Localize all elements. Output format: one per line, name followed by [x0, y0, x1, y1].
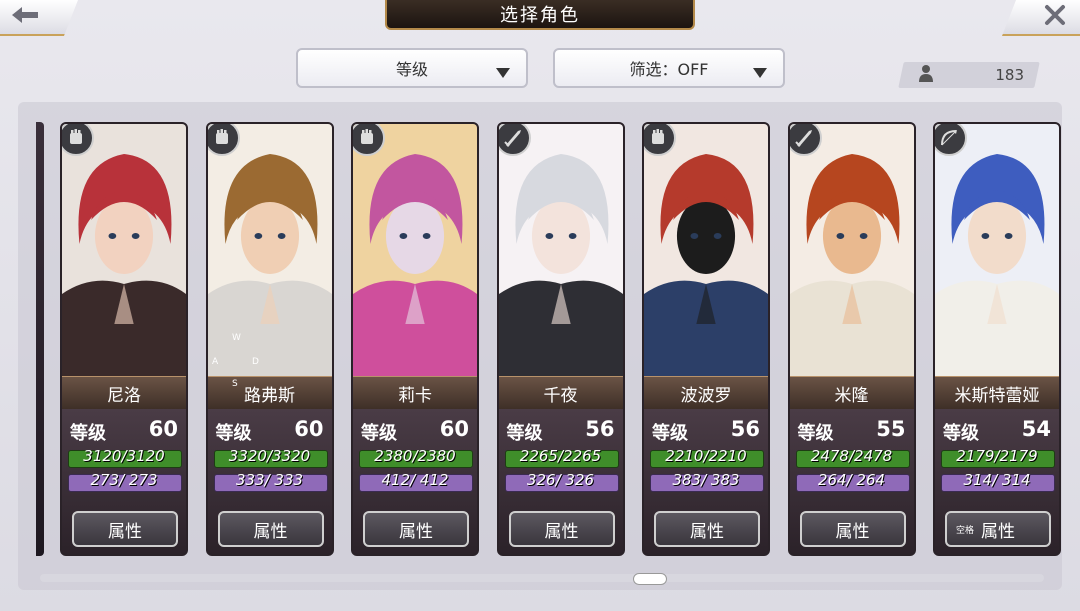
scrollbar-thumb[interactable] — [633, 573, 667, 585]
character-name: 莉卡 — [353, 376, 477, 410]
character-card[interactable]: 莉卡 等级 60 2380/2380 412/ 412 属性 — [351, 122, 479, 556]
character-card[interactable]: 米隆 等级 55 2478/2478 264/ 264 属性 — [787, 122, 916, 556]
level-value: 60 — [294, 417, 324, 441]
hp-value: 2210/2210 — [665, 447, 747, 465]
page-title: 选择角色 — [385, 0, 695, 30]
chevron-down-icon — [496, 63, 510, 82]
roster-count: 183 — [912, 62, 1030, 88]
level-value: 55 — [876, 417, 906, 441]
character-card[interactable]: 路弗斯 等级 60 3320/3320 333/ 333 属性 — [205, 122, 334, 556]
character-portrait — [353, 124, 477, 376]
mp-value: 326/ 326 — [526, 471, 595, 489]
character-name: 米斯特蕾娅 — [935, 376, 1059, 410]
character-stats: 等级 60 2380/2380 412/ 412 属性 — [353, 409, 477, 554]
sword-icon — [498, 124, 531, 156]
close-button[interactable] — [1002, 0, 1080, 36]
level-label: 等级 — [652, 423, 688, 444]
hp-value: 2478/2478 — [810, 447, 893, 465]
level-label: 等级 — [506, 423, 543, 444]
character-stats: 等级 56 2210/2210 383/ 383 属性 — [644, 409, 768, 554]
roster-count-value: 183 — [995, 66, 1024, 84]
character-name: 波波罗 — [644, 376, 768, 410]
level-label: 等级 — [215, 423, 252, 444]
wasd-a: A — [212, 357, 219, 367]
character-portrait — [62, 124, 186, 376]
hp-value: 2265/2265 — [519, 447, 602, 465]
character-name: 路弗斯 — [207, 376, 332, 410]
level-value: 60 — [439, 417, 469, 441]
space-key-hint: 空格 — [956, 526, 975, 536]
sword-icon — [789, 124, 822, 156]
character-card[interactable]: 千夜 等级 56 2265/2265 326/ 326 属性 — [496, 122, 625, 556]
top-bar: 选择角色 — [0, 0, 1080, 38]
character-stats: 等级 55 2478/2478 264/ 264 属性 — [789, 409, 914, 554]
hp-value: 2380/2380 — [374, 447, 456, 465]
chevron-down-icon — [753, 63, 767, 82]
character-card-partial[interactable] — [36, 122, 44, 556]
sort-dropdown[interactable]: 等级 — [296, 48, 528, 88]
hp-value: 3320/3320 — [228, 447, 311, 465]
back-button[interactable] — [0, 0, 78, 36]
attributes-button[interactable]: 属性 — [217, 511, 324, 547]
hp-value: 3120/3120 — [83, 447, 165, 465]
character-name: 尼洛 — [62, 376, 186, 410]
mp-value: 264/ 264 — [817, 471, 886, 489]
filter-dropdown-label: 筛选：OFF — [629, 60, 709, 79]
character-stats: 等级 54 2179/2179 314/ 314 属性 — [935, 409, 1059, 554]
scrollbar-track[interactable] — [40, 574, 1044, 582]
character-portrait — [935, 124, 1059, 376]
filter-dropdown[interactable]: 筛选：OFF — [553, 48, 785, 88]
character-portrait — [207, 124, 332, 376]
character-name: 千夜 — [498, 376, 623, 410]
user-icon — [918, 64, 934, 86]
level-label: 等级 — [797, 423, 834, 444]
wasd-d: D — [252, 357, 259, 367]
back-arrow-icon — [10, 5, 40, 29]
character-portrait — [789, 124, 914, 376]
mp-value: 273/ 273 — [90, 471, 158, 489]
level-value: 54 — [1021, 417, 1051, 441]
character-stats: 等级 60 3120/3120 273/ 273 属性 — [62, 409, 186, 554]
attributes-button[interactable]: 属性 — [72, 511, 178, 547]
mp-value: 383/ 383 — [672, 471, 740, 489]
level-value: 56 — [730, 417, 760, 441]
character-portrait — [644, 124, 768, 376]
level-label: 等级 — [70, 423, 106, 444]
wasd-w: W — [232, 333, 241, 343]
attributes-button[interactable]: 属性 — [363, 511, 469, 547]
character-card[interactable]: 波波罗 等级 56 2210/2210 383/ 383 属性 — [642, 122, 770, 556]
attributes-button[interactable]: 属性 — [508, 511, 615, 547]
character-card[interactable]: 尼洛 等级 60 3120/3120 273/ 273 属性 — [60, 122, 188, 556]
wasd-s: S — [232, 379, 238, 389]
character-stats: 等级 56 2265/2265 326/ 326 属性 — [498, 409, 623, 554]
attributes-button[interactable]: 属性 — [654, 511, 760, 547]
mp-value: 314/ 314 — [963, 471, 1031, 489]
level-value: 56 — [585, 417, 615, 441]
character-stats: 等级 60 3320/3320 333/ 333 属性 — [207, 409, 332, 554]
gauntlet-icon — [207, 124, 240, 156]
mp-value: 412/ 412 — [381, 471, 449, 489]
attributes-button[interactable]: 属性 — [799, 511, 906, 547]
hp-value: 2179/2179 — [956, 447, 1038, 465]
character-card[interactable]: 米斯特蕾娅 等级 54 2179/2179 314/ 314 属性 — [933, 122, 1061, 556]
character-portrait — [498, 124, 623, 376]
close-icon — [1044, 4, 1066, 30]
level-label: 等级 — [943, 423, 979, 444]
level-value: 60 — [148, 417, 178, 441]
sort-dropdown-label: 等级 — [395, 60, 428, 79]
character-name: 米隆 — [789, 376, 914, 410]
level-label: 等级 — [361, 423, 397, 444]
mp-value: 333/ 333 — [235, 471, 304, 489]
